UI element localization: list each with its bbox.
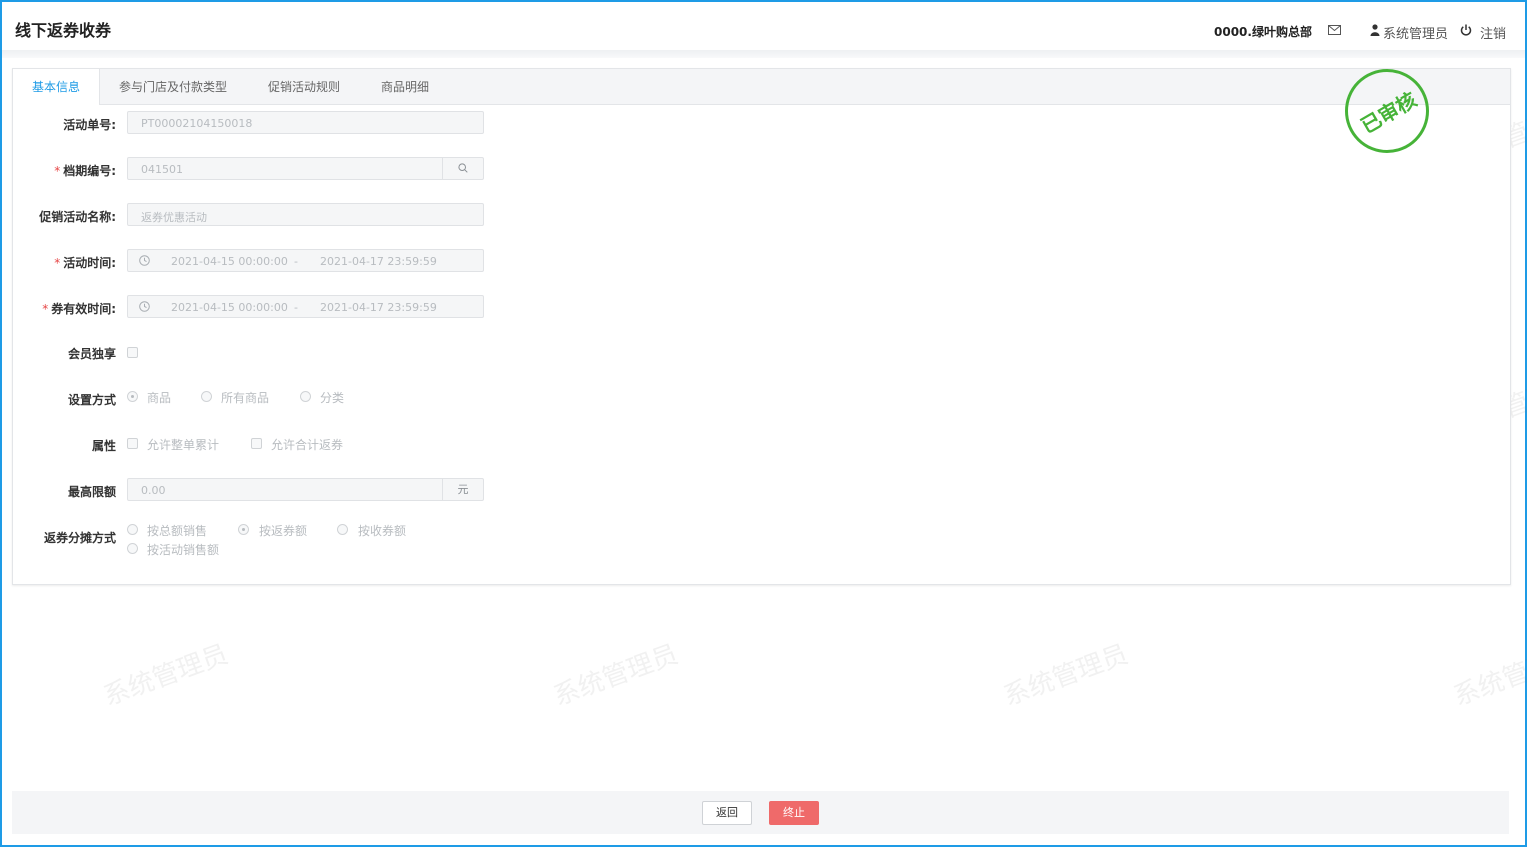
required-mark: * [42,302,49,316]
member-only-label: 会员独享 [67,347,116,361]
allow-total-return-checkbox[interactable] [251,438,262,449]
attributes-label: 属性 [91,439,116,453]
required-mark: * [54,256,61,270]
allocation-label: 返券分摊方式 [43,531,116,545]
clock-icon [139,255,150,266]
member-only-checkbox[interactable] [127,347,138,358]
approved-stamp: 已审核 [1345,69,1429,153]
activity-no-value: PT00002104150018 [141,117,253,130]
activity-no-field[interactable]: PT00002104150018 [127,111,484,134]
setting-mode-radio-category[interactable] [300,391,311,402]
period-no-label: * 档期编号: [54,164,116,178]
org-name[interactable]: 0000.绿叶购总部 [1214,23,1312,40]
setting-mode-radio-all[interactable] [201,391,212,402]
back-button[interactable]: 返回 [702,801,752,825]
tab-bar: 基本信息 参与门店及付款类型 促销活动规则 商品明细 [13,69,1510,105]
range-separator: - [294,255,298,268]
setting-mode-option-product: 商品 [147,391,172,405]
allocation-radio-activity-sales[interactable] [127,543,138,554]
range-separator: - [294,301,298,314]
activity-time-label: * 活动时间: [54,256,116,270]
setting-mode-radio-product[interactable] [127,391,138,402]
activity-start-time: 2021-04-15 00:00:00 [171,255,288,268]
tab-product-details[interactable]: 商品明细 [381,69,429,104]
search-icon [458,163,468,173]
user-name[interactable]: 系统管理员 [1383,23,1448,42]
allocation-radio-return-amount[interactable] [238,524,249,535]
required-mark: * [54,164,61,178]
coupon-end-time: 2021-04-17 23:59:59 [320,301,437,314]
tab-basic-info[interactable]: 基本信息 [13,69,100,105]
page-title: 线下返券收券 [15,21,112,40]
max-limit-value: 0.00 [141,484,166,497]
mail-icon[interactable] [1328,25,1341,35]
activity-end-time: 2021-04-17 23:59:59 [320,255,437,268]
stop-button[interactable]: 终止 [769,801,819,825]
coupon-valid-time-label: * 券有效时间: [42,302,116,316]
allow-total-return-label: 允许合计返券 [271,438,344,452]
logout-link[interactable]: 注销 [1480,23,1506,42]
header-divider [2,50,1525,58]
activity-no-label: 活动单号: [63,118,116,132]
allocation-option-activity-sales: 按活动销售额 [147,543,220,557]
promo-name-field[interactable]: 返券优惠活动 [127,203,484,226]
approved-stamp-text: 已审核 [1356,87,1421,139]
power-icon[interactable] [1460,24,1472,36]
allocation-option-return-amount: 按返券额 [259,524,308,538]
setting-mode-label: 设置方式 [67,393,116,407]
period-no-value: 041501 [141,163,183,176]
period-search-button[interactable] [442,158,483,179]
coupon-start-time: 2021-04-15 00:00:00 [171,301,288,314]
user-icon [1370,24,1380,36]
max-limit-label: 最高限额 [67,485,116,499]
footer-bar: 返回 终止 [12,791,1509,834]
tab-promo-rules[interactable]: 促销活动规则 [268,69,340,104]
form-card: 基本信息 参与门店及付款类型 促销活动规则 商品明细 活动单号: PT00002… [12,68,1511,585]
max-limit-field[interactable]: 0.00 元 [127,478,484,501]
allow-order-accumulate-checkbox[interactable] [127,438,138,449]
coupon-valid-time-range[interactable]: 2021-04-15 00:00:00 - 2021-04-17 23:59:5… [127,295,484,318]
period-no-field[interactable]: 041501 [127,157,484,180]
allocation-option-receive-amount: 按收券额 [358,524,407,538]
allocation-option-total-sales: 按总额销售 [147,524,208,538]
tab-stores-payment[interactable]: 参与门店及付款类型 [119,69,227,104]
activity-time-range[interactable]: 2021-04-15 00:00:00 - 2021-04-17 23:59:5… [127,249,484,272]
setting-mode-option-category: 分类 [320,391,345,405]
allow-order-accumulate-label: 允许整单累计 [147,438,220,452]
promo-name-label: 促销活动名称: [39,210,116,224]
promo-name-value: 返券优惠活动 [141,211,207,224]
max-limit-unit: 元 [442,479,483,500]
allocation-radio-receive-amount[interactable] [337,524,348,535]
setting-mode-option-all: 所有商品 [221,391,270,405]
clock-icon [139,301,150,312]
allocation-radio-total-sales[interactable] [127,524,138,535]
